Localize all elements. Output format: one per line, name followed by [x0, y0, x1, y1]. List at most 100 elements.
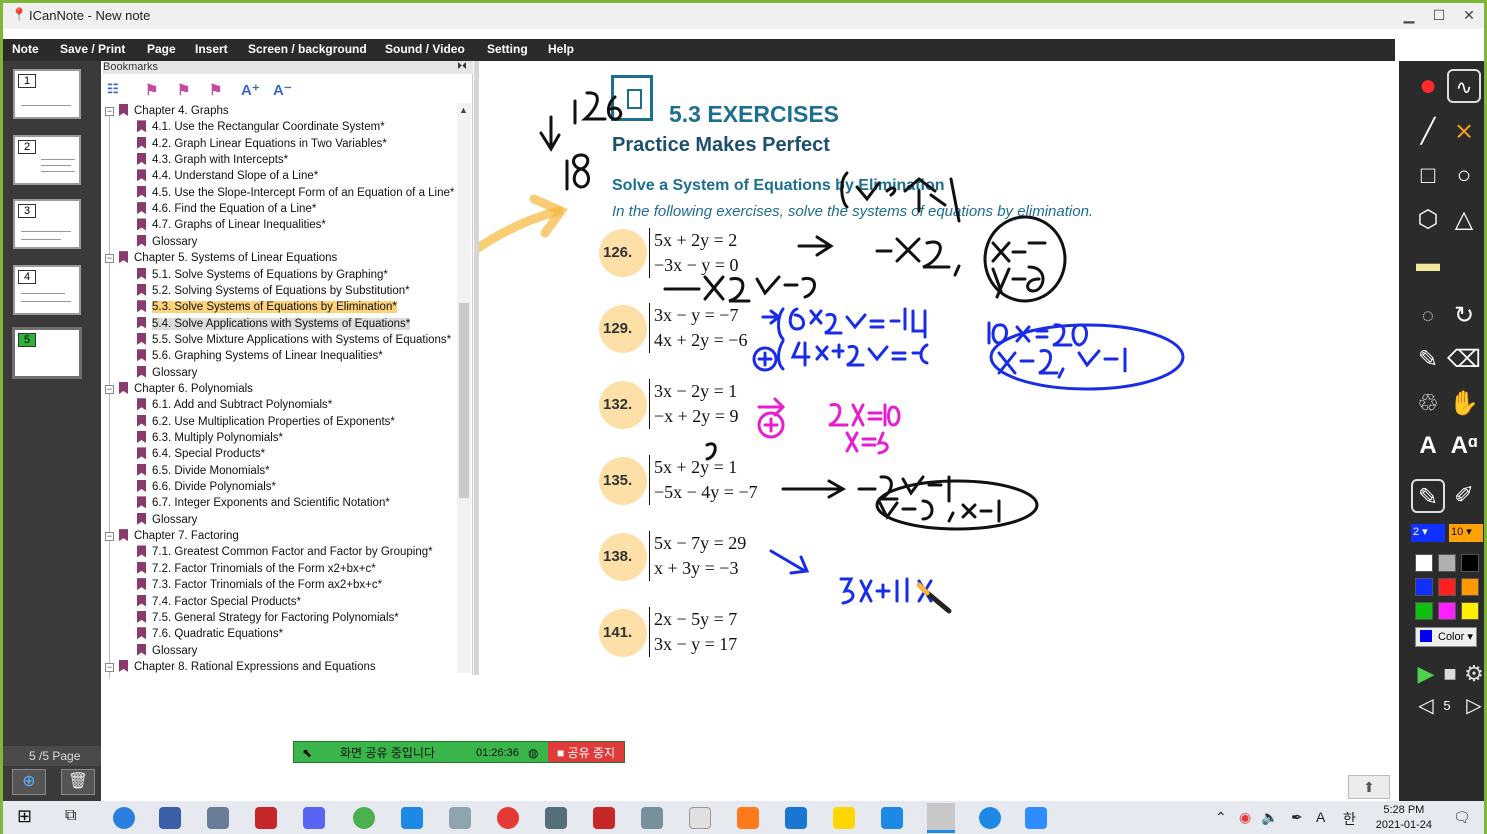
- bookmark-item[interactable]: 4.3. Graph with Intercepts*: [137, 152, 288, 168]
- text-tool-icon[interactable]: A: [1411, 429, 1445, 463]
- system-clock[interactable]: 5:28 PM 2021-01-24: [1376, 803, 1432, 833]
- add-bookmark-icon[interactable]: ⚑: [145, 81, 158, 99]
- delete-bookmark-icon[interactable]: ⚑: [209, 81, 222, 99]
- bookmark-item[interactable]: Glossary: [137, 365, 197, 381]
- share-handle-icon[interactable]: ⬉: [302, 742, 312, 764]
- bookmark-chapter[interactable]: Chapter 8. Rational Expressions and Equa…: [119, 659, 376, 675]
- sticky-notes-icon[interactable]: [833, 807, 855, 829]
- rotate-icon[interactable]: ↻: [1447, 299, 1481, 333]
- cross-line-tool-icon[interactable]: ⨯: [1447, 115, 1481, 149]
- bookmark-item[interactable]: 6.2. Use Multiplication Properties of Ex…: [137, 414, 395, 430]
- collapse-toggle-icon[interactable]: −: [105, 384, 114, 394]
- lasso-select-icon[interactable]: ◌: [1411, 299, 1445, 333]
- menu-setting[interactable]: Setting: [487, 42, 528, 56]
- menu-insert[interactable]: Insert: [195, 42, 228, 56]
- scroll-thumb[interactable]: [459, 303, 469, 498]
- color-swatch[interactable]: [1415, 602, 1433, 620]
- tray-chevron-icon[interactable]: ⌃: [1215, 809, 1227, 826]
- discord-icon[interactable]: [303, 807, 325, 829]
- bookmark-item[interactable]: 4.4. Understand Slope of a Line*: [137, 168, 318, 184]
- bookmark-item[interactable]: Glossary: [137, 234, 197, 250]
- bookmark-item[interactable]: 5.1. Solve Systems of Equations by Graph…: [137, 267, 388, 283]
- text-style-icon[interactable]: Aᵅ: [1447, 429, 1481, 463]
- bookmark-item[interactable]: Glossary: [137, 643, 197, 659]
- menu-note[interactable]: Note: [12, 42, 39, 56]
- app-icon[interactable]: [979, 807, 1001, 829]
- app-icon[interactable]: [401, 807, 423, 829]
- bookmark-item[interactable]: 5.3. Solve Systems of Equations by Elimi…: [137, 299, 397, 315]
- bookmark-item[interactable]: 5.5. Solve Mixture Applications with Sys…: [137, 332, 451, 348]
- pen-icon[interactable]: ✎: [1411, 479, 1445, 513]
- icannote-taskbar-icon[interactable]: [927, 803, 955, 833]
- hand-pan-icon[interactable]: ✋: [1447, 387, 1481, 421]
- menu-screen-background[interactable]: Screen / background: [248, 42, 367, 56]
- font-increase-icon[interactable]: A⁺: [241, 81, 260, 99]
- bookmark-item[interactable]: 4.2. Graph Linear Equations in Two Varia…: [137, 136, 387, 152]
- menu-save-print[interactable]: Save / Print: [60, 42, 125, 56]
- bookmark-item[interactable]: 6.6. Divide Polynomials*: [137, 479, 276, 495]
- bookmark-item[interactable]: 6.4. Special Products*: [137, 446, 265, 462]
- notification-icon[interactable]: 🗨: [1453, 809, 1471, 826]
- color-swatch[interactable]: [1438, 554, 1456, 572]
- collapse-toggle-icon[interactable]: −: [105, 662, 114, 672]
- sticky-note-icon[interactable]: ▬: [1411, 247, 1445, 281]
- bookmark-item[interactable]: 5.4. Solve Applications with Systems of …: [137, 316, 411, 332]
- windows-start-icon[interactable]: ⊞: [17, 806, 32, 827]
- edge-icon[interactable]: [113, 807, 135, 829]
- bookmark-item[interactable]: 6.1. Add and Subtract Polynomials*: [137, 397, 332, 413]
- zoom-icon[interactable]: [1025, 807, 1047, 829]
- color-swatch[interactable]: [1438, 578, 1456, 596]
- bookmark-item[interactable]: 7.2. Factor Trinomials of the Form x2+bx…: [137, 561, 376, 577]
- volume-icon[interactable]: 🔈: [1261, 809, 1278, 826]
- bookmark-item[interactable]: 6.3. Multiply Polynomials*: [137, 430, 283, 446]
- task-view-icon[interactable]: ⧉: [65, 807, 76, 825]
- rectangle-tool-icon[interactable]: □: [1411, 159, 1445, 193]
- app-icon[interactable]: [353, 807, 375, 829]
- highlighter-eraser-icon[interactable]: ✎: [1411, 343, 1445, 377]
- minimize-button[interactable]: ▁: [1394, 3, 1424, 29]
- bookmark-item[interactable]: 5.2. Solving Systems of Equations by Sub…: [137, 283, 410, 299]
- bookmark-item[interactable]: 7.6. Quadratic Equations*: [137, 626, 283, 642]
- note-canvas[interactable]: 5.3 EXERCISES Practice Makes Perfect Sol…: [479, 61, 1396, 801]
- delete-page-icon[interactable]: 🗑: [61, 769, 95, 795]
- page-thumbnail-2[interactable]: 2: [13, 135, 81, 185]
- stop-share-button[interactable]: ■ 공유 중지: [548, 742, 624, 762]
- close-button[interactable]: ✕: [1454, 3, 1484, 29]
- app-icon[interactable]: [159, 807, 181, 829]
- bookmark-item[interactable]: 7.4. Factor Special Products*: [137, 594, 301, 610]
- bookmark-chapter[interactable]: Chapter 6. Polynomials: [119, 381, 253, 397]
- line-tool-icon[interactable]: ╱: [1411, 115, 1445, 149]
- app-icon[interactable]: [545, 807, 567, 829]
- eraser-size-select[interactable]: 10 ▾: [1449, 524, 1483, 542]
- collapse-toggle-icon[interactable]: −: [105, 532, 114, 542]
- calculator-icon[interactable]: [207, 807, 229, 829]
- app-icon[interactable]: [689, 807, 711, 829]
- record-button[interactable]: ●: [1411, 69, 1445, 103]
- color-swatch[interactable]: [1461, 578, 1479, 596]
- bookmark-item[interactable]: 4.5. Use the Slope-Intercept Form of an …: [137, 185, 454, 201]
- maximize-button[interactable]: ☐: [1424, 3, 1454, 29]
- page-thumbnail-1[interactable]: 1: [13, 69, 81, 119]
- app-icon[interactable]: [449, 807, 471, 829]
- bookmark-chapter[interactable]: Chapter 7. Factoring: [119, 528, 239, 544]
- bookmark-item[interactable]: 4.1. Use the Rectangular Coordinate Syst…: [137, 119, 385, 135]
- triangle-tool-icon[interactable]: △: [1447, 203, 1481, 237]
- app-icon[interactable]: [255, 807, 277, 829]
- eraser-icon[interactable]: ⌫: [1447, 343, 1481, 377]
- font-decrease-icon[interactable]: A⁻: [273, 81, 292, 99]
- menu-page[interactable]: Page: [147, 42, 176, 56]
- page-thumbnail-3[interactable]: 3: [13, 199, 81, 249]
- bookmark-item[interactable]: 7.1. Greatest Common Factor and Factor b…: [137, 544, 433, 560]
- bookmark-chapter[interactable]: Chapter 4. Graphs: [119, 103, 229, 119]
- bookmarks-scrollbar[interactable]: ▲: [457, 103, 471, 673]
- cap-icon[interactable]: [593, 807, 615, 829]
- bookmark-list-icon[interactable]: ☷: [107, 81, 119, 97]
- collapse-toggle-icon[interactable]: −: [105, 254, 114, 264]
- color-swatch[interactable]: [1415, 554, 1433, 572]
- edit-bookmark-icon[interactable]: ⚑: [177, 81, 190, 99]
- next-page-icon[interactable]: ▷: [1457, 689, 1487, 723]
- add-page-icon[interactable]: ⊕: [12, 769, 46, 795]
- panel-collapse-icon[interactable]: ⏵⏴: [457, 61, 467, 72]
- page-thumbnail-4[interactable]: 4: [13, 265, 81, 315]
- menu-sound-video[interactable]: Sound / Video: [385, 42, 465, 56]
